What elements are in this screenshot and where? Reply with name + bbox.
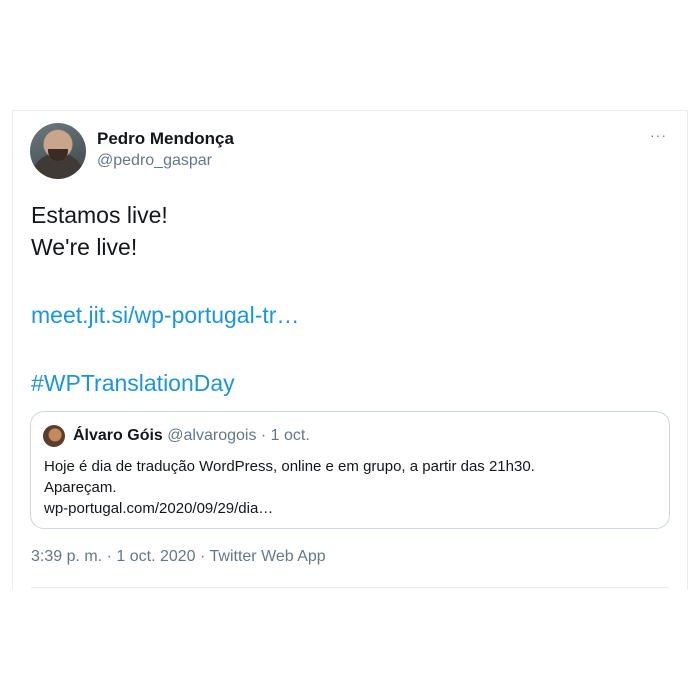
quoted-author-handle: @alvarogois — [167, 427, 257, 444]
divider — [31, 587, 669, 588]
tweet-text: Estamos live! We're live! — [31, 199, 168, 263]
author-handle[interactable]: @pedro_gaspar — [97, 152, 212, 170]
quoted-author-name: Álvaro Góis — [73, 427, 163, 444]
meta-separator: · — [106, 548, 112, 565]
author-avatar[interactable] — [30, 123, 86, 179]
author-name[interactable]: Pedro Mendonça — [97, 129, 234, 149]
quoted-author-avatar — [43, 425, 65, 447]
meta-separator: · — [200, 548, 206, 565]
tweet-time[interactable]: 3:39 p. m. — [31, 548, 102, 565]
tweet-card: Pedro Mendonça @pedro_gaspar ··· Estamos… — [12, 110, 688, 590]
tweet-metadata: 3:39 p. m. · 1 oct. 2020 · Twitter Web A… — [31, 548, 326, 566]
quoted-tweet-header: Álvaro Góis @alvarogois · 1 oct. — [73, 427, 310, 445]
quoted-tweet[interactable]: Álvaro Góis @alvarogois · 1 oct. Hoje é … — [30, 411, 670, 529]
quoted-separator: · — [260, 427, 267, 444]
quoted-text-line: Hoje é dia de tradução WordPress, online… — [44, 458, 535, 475]
tweet-text-line: We're live! — [31, 234, 138, 260]
quoted-link: wp-portugal.com/2020/09/29/dia… — [44, 500, 274, 517]
tweet-source[interactable]: Twitter Web App — [210, 548, 326, 565]
quoted-text-line: Apareçam. — [44, 479, 117, 496]
tweet-link[interactable]: meet.jit.si/wp-portugal-tr… — [31, 299, 299, 331]
quoted-date: 1 oct. — [270, 427, 310, 444]
tweet-date[interactable]: 1 oct. 2020 — [116, 548, 195, 565]
hashtag-link[interactable]: #WPTranslationDay — [31, 367, 235, 399]
more-options-icon[interactable]: ··· — [650, 127, 667, 143]
quoted-tweet-text: Hoje é dia de tradução WordPress, online… — [44, 456, 644, 519]
tweet-text-line: Estamos live! — [31, 202, 168, 228]
